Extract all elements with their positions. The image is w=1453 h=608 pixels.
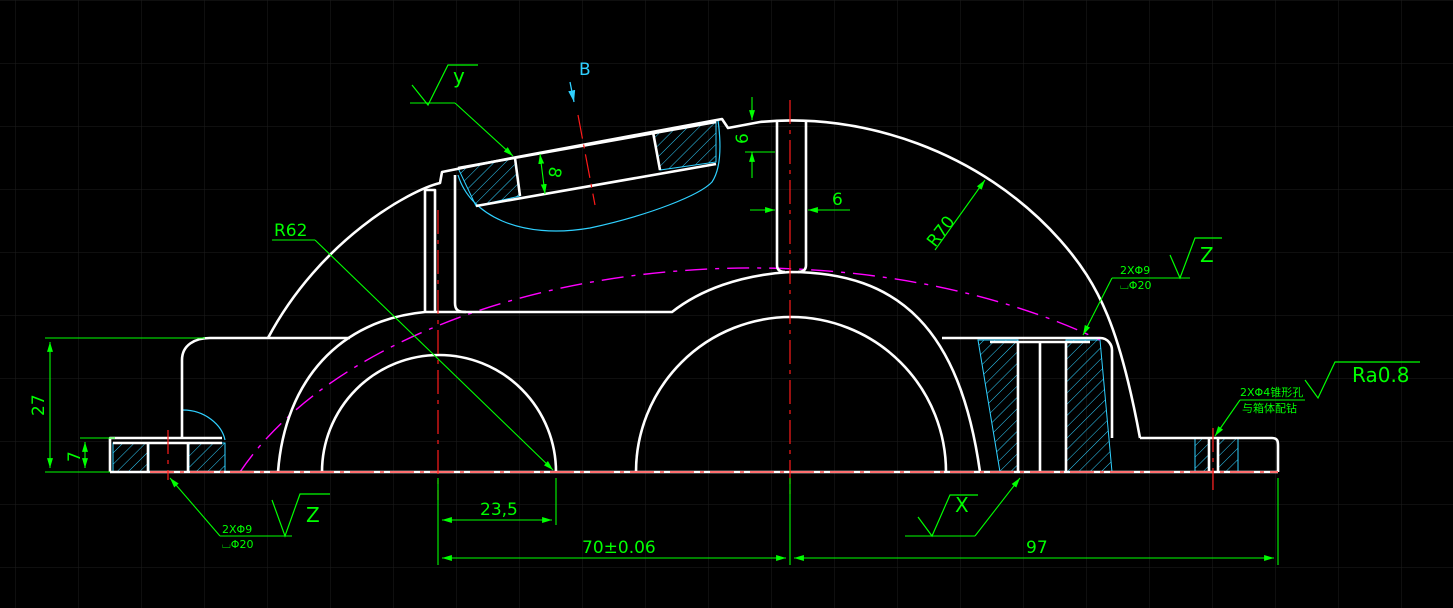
hatch-foot-right-b [1217,437,1239,473]
dim-70: 70±0.06 [582,538,656,558]
label-finish-z-left: Z [306,503,320,527]
label-datum-b: B [579,60,591,80]
hatch-foot-left-b [188,442,226,473]
label-finish-z-right: Z [1200,243,1214,267]
dim-top-6: 6 [733,133,753,144]
dim-rib-6: 6 [832,190,843,210]
cad-drawing-canvas[interactable]: R62 R70 B y Z Z X Ra0.8 2XΦ9 ⌴Φ20 2XΦ9 ⌴… [0,0,1453,608]
dim-27: 27 [29,394,49,416]
label-hole-right-2: ⌴Φ20 [1120,279,1151,292]
dim-7: 7 [65,451,85,462]
label-r62: R62 [274,221,307,241]
dim-23-5: 23,5 [480,500,518,520]
hatch-foot-left-a [112,442,150,473]
hatch-foot-right-a [1194,437,1210,473]
label-finish-x: X [955,493,969,517]
label-pin-note-2: 与箱体配钻 [1242,401,1297,415]
label-hole-left-1: 2XΦ9 [222,523,252,536]
grid-background [0,0,1453,608]
label-roughness: Ra0.8 [1352,363,1410,387]
label-finish-y: y [453,64,465,88]
dim-97: 97 [1026,538,1048,558]
label-hole-right-1: 2XΦ9 [1120,264,1150,277]
label-pin-note-1: 2XΦ4锥形孔 [1240,386,1303,399]
label-hole-left-2: ⌴Φ20 [222,538,253,551]
